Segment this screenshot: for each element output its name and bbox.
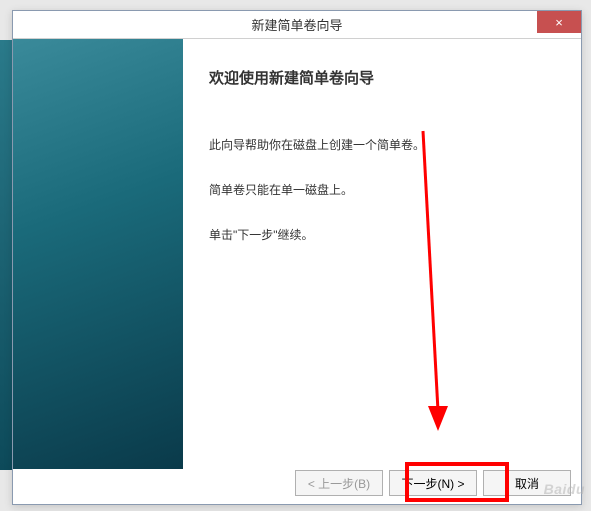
back-button: < 上一步(B) <box>295 470 383 496</box>
titlebar: 新建简单卷向导 × <box>13 11 581 39</box>
wizard-body: 欢迎使用新建简单卷向导 此向导帮助你在磁盘上创建一个简单卷。 简单卷只能在单一磁… <box>13 39 581 469</box>
wizard-text-2: 简单卷只能在单一磁盘上。 <box>209 181 555 200</box>
wizard-side-panel <box>13 39 183 469</box>
cancel-button[interactable]: 取消 <box>483 470 571 496</box>
wizard-heading: 欢迎使用新建简单卷向导 <box>209 67 555 88</box>
wizard-window: 新建简单卷向导 × 欢迎使用新建简单卷向导 此向导帮助你在磁盘上创建一个简单卷。… <box>12 10 582 505</box>
wizard-text-3: 单击"下一步"继续。 <box>209 226 555 245</box>
wizard-text-1: 此向导帮助你在磁盘上创建一个简单卷。 <box>209 136 555 155</box>
wizard-content: 欢迎使用新建简单卷向导 此向导帮助你在磁盘上创建一个简单卷。 简单卷只能在单一磁… <box>183 39 581 469</box>
next-button[interactable]: 下一步(N) > <box>389 470 477 496</box>
close-button[interactable]: × <box>537 11 581 33</box>
close-icon: × <box>555 15 563 30</box>
window-title: 新建简单卷向导 <box>13 15 581 34</box>
button-row: < 上一步(B) 下一步(N) > 取消 <box>295 470 571 496</box>
